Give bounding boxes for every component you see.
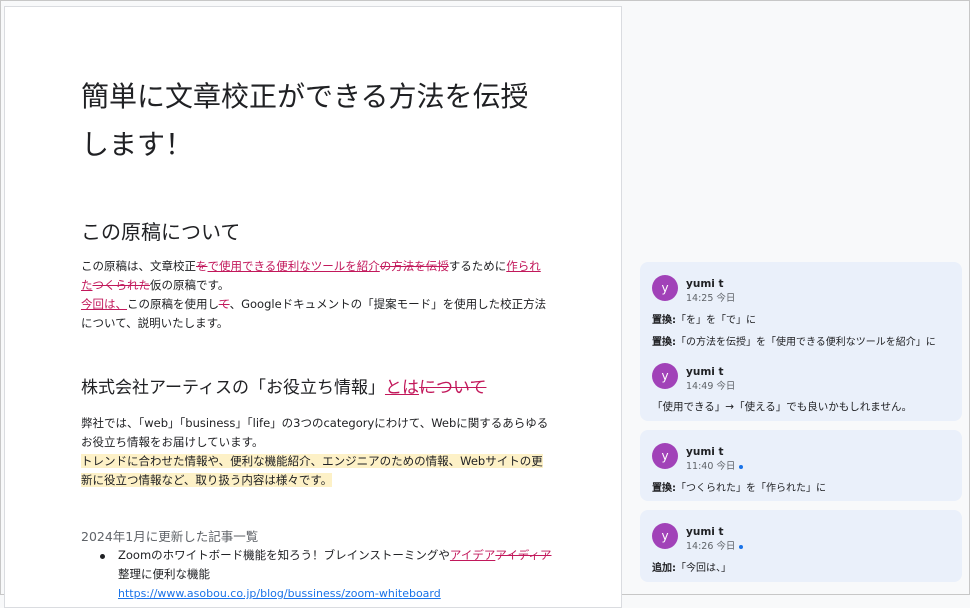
text-run: 株式会社アーティスの「お役立ち情報」	[81, 378, 385, 398]
timestamp: 11:40 今日	[686, 458, 744, 472]
suggestion-text: 置換:「つくられた」を「作られた」に	[652, 479, 826, 494]
suggestion-text: 置換:「を」を「で」に	[652, 311, 756, 326]
timestamp: 14:26 今日	[686, 538, 744, 552]
text-run: この原稿を使用し	[127, 297, 219, 311]
suggestion-type: 置換:	[652, 315, 676, 326]
bullet-icon	[100, 554, 105, 559]
suggestion-type: 置換:	[652, 483, 676, 494]
suggestion-type: 置換:	[652, 337, 676, 348]
suggested-deletion[interactable]: を	[196, 259, 208, 273]
suggestion-detail: 「の方法を伝授」を「使用できる便利なツールを紹介」に	[676, 337, 936, 348]
suggestion-card[interactable]: y yumi t 14:26 今日 追加:「今回は、」	[640, 510, 962, 582]
suggested-insertion[interactable]: アイデア	[450, 548, 495, 562]
paragraph-info-highlighted[interactable]: トレンドに合わせた情報や、便利な機能紹介、エンジニアのための情報、Webサイトの…	[81, 452, 551, 490]
author-name: yumi t	[686, 278, 724, 290]
suggestion-text: 追加:「今回は、」	[652, 559, 731, 574]
text-run: Zoomのホワイトボード機能を知ろう！ブレインストーミングや	[118, 548, 450, 562]
section-heading-info[interactable]: 株式会社アーティスの「お役立ち情報」とはについて	[81, 373, 486, 398]
text-run: 仮の原稿です。	[150, 278, 230, 292]
suggested-deletion[interactable]: の方法を伝授	[380, 259, 449, 273]
text-run: するために	[448, 259, 507, 273]
page-title[interactable]: 簡単に文章校正ができる方法を伝授します！	[81, 73, 551, 169]
text-run: この原稿は、文章校正	[81, 259, 196, 273]
document-page[interactable]: 簡単に文章校正ができる方法を伝授します！ この原稿について この原稿は、文章校正…	[4, 6, 622, 608]
paragraph-intro[interactable]: この原稿は、文章校正をで使用できる便利なツールを紹介の方法を伝授するために作られ…	[81, 257, 551, 333]
avatar[interactable]: y	[652, 363, 678, 389]
author-name: yumi t	[686, 526, 724, 538]
section-heading-articles[interactable]: 2024年1月に更新した記事一覧	[81, 526, 258, 545]
suggestion-detail: 「今回は、」	[676, 563, 731, 574]
suggested-deletion[interactable]: つくられた	[93, 278, 151, 292]
comment-highlight[interactable]: トレンドに合わせた情報や、便利な機能紹介、エンジニアのための情報、Webサイトの…	[81, 454, 543, 487]
suggestion-card[interactable]: y yumi t 14:25 今日 置換:「を」を「で」に 置換:「の方法を伝授…	[640, 262, 962, 421]
timestamp-text: 14:26 今日	[686, 541, 736, 552]
article-link[interactable]: https://www.asobou.co.jp/blog/bussiness/…	[118, 587, 441, 600]
suggestion-type: 追加:	[652, 563, 676, 574]
timestamp: 14:25 今日	[686, 293, 736, 304]
unread-dot-icon	[739, 464, 744, 469]
suggestion-card[interactable]: y yumi t 11:40 今日 置換:「つくられた」を「作られた」に	[640, 430, 962, 501]
author-name: yumi t	[686, 446, 724, 458]
text-run: 整理に便利な機能	[118, 567, 210, 581]
reply-text: 「使用できる」→「使える」でも良いかもしれません。	[652, 401, 912, 413]
suggested-insertion[interactable]: 今回は、	[81, 297, 127, 311]
suggested-deletion[interactable]: アイディア	[495, 548, 551, 562]
suggested-insertion[interactable]: で使用できる便利なツールを紹介	[208, 259, 380, 273]
avatar[interactable]: y	[652, 443, 678, 469]
suggested-deletion[interactable]: について	[419, 378, 487, 398]
unread-dot-icon	[739, 544, 744, 549]
timestamp: 14:49 今日	[686, 381, 736, 392]
paragraph-info[interactable]: 弊社では、「web」「business」「life」の3つのcategoryにわ…	[81, 414, 551, 452]
suggestion-detail: 「つくられた」を「作られた」に	[676, 483, 826, 494]
section-heading-about[interactable]: この原稿について	[81, 216, 240, 245]
list-item[interactable]: Zoomのホワイトボード機能を知ろう！ブレインストーミングやアイデアアイディア整…	[118, 546, 558, 584]
author-name: yumi t	[686, 366, 724, 378]
timestamp-text: 11:40 今日	[686, 461, 736, 472]
suggestion-text: 置換:「の方法を伝授」を「使用できる便利なツールを紹介」に	[652, 333, 936, 348]
suggestion-detail: 「を」を「で」に	[676, 315, 756, 326]
avatar[interactable]: y	[652, 523, 678, 549]
avatar[interactable]: y	[652, 275, 678, 301]
suggested-deletion[interactable]: て	[219, 297, 230, 311]
suggested-insertion[interactable]: とは	[385, 378, 419, 398]
